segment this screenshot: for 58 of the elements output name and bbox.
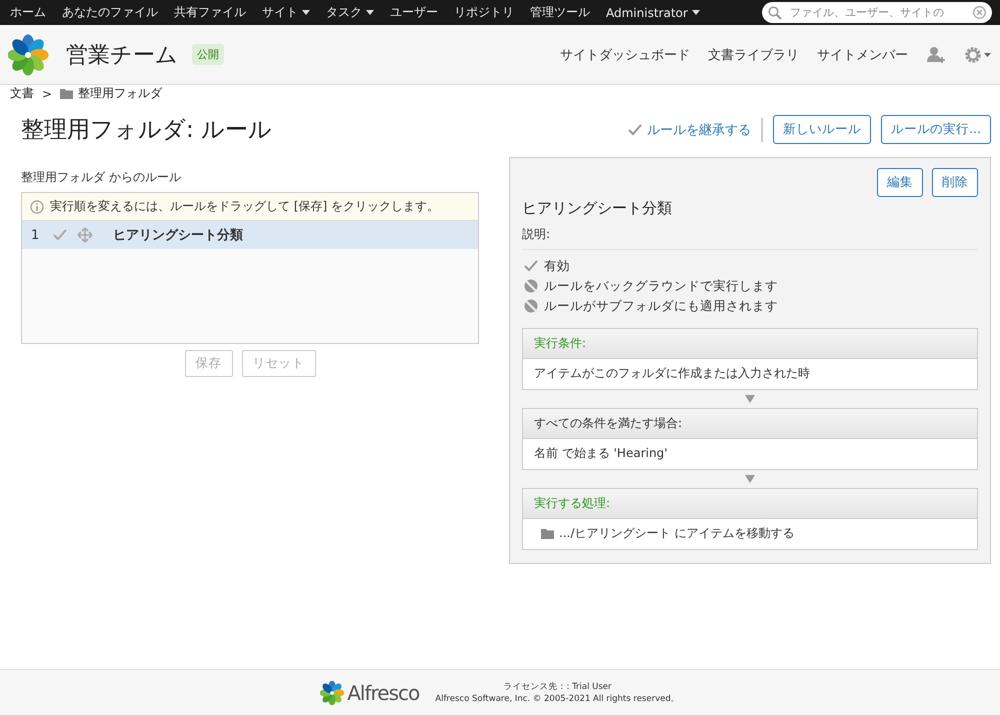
option-label: ルールをバックグラウンドで実行します	[544, 278, 778, 294]
section-text: アイテムがこのフォルダに作成または入力された時	[534, 365, 810, 382]
nav-menu-item[interactable]: 共有ファイル	[168, 4, 252, 21]
inherit-rules-link[interactable]: ルールを継承する	[628, 118, 764, 142]
option-label: 有効	[544, 258, 570, 274]
nav-menu-item[interactable]: タスク	[320, 4, 380, 21]
section-text: 名前 で始まる 'Hearing'	[534, 445, 668, 462]
settings-icon	[964, 46, 992, 64]
toolbar-button[interactable]: 新しいルール	[773, 115, 872, 144]
check-icon	[628, 124, 642, 136]
flower-logo-icon	[320, 680, 344, 704]
detail-button[interactable]: 削除	[932, 168, 978, 197]
breadcrumb-separator: >	[42, 86, 52, 100]
nav-menu-item[interactable]: ユーザー	[384, 4, 444, 21]
caret-icon	[692, 10, 700, 15]
site-nav-link[interactable]: サイトダッシュボード	[560, 46, 690, 64]
nav-menu-item[interactable]: リポジトリ	[448, 4, 520, 21]
site-title: 営業チーム	[66, 42, 178, 70]
caret-icon	[302, 10, 310, 15]
list-heading: 整理用フォルダ からのルール	[21, 169, 182, 186]
folder-icon	[541, 528, 554, 539]
add-user-icon	[926, 46, 946, 64]
section-heading: 実行条件:	[523, 329, 977, 359]
copyright-text: Alfresco Software, Inc. © 2005-2021 All rights reserved。	[435, 692, 680, 704]
description-label: 説明:	[522, 226, 978, 250]
logo-wordmark: Alfresco	[347, 680, 420, 704]
license-text: ライセンス先：: Trial User	[504, 680, 612, 692]
move-icon	[77, 227, 93, 243]
detail-button[interactable]: 編集	[877, 168, 923, 197]
option-label: ルールがサブフォルダにも適用されます	[544, 298, 778, 314]
clear-icon	[973, 6, 986, 19]
visibility-badge: 公開	[192, 44, 224, 65]
flower-logo-icon	[8, 34, 50, 76]
nav-menu-item[interactable]: Administrator	[600, 6, 706, 20]
nav-menu-item[interactable]: ホーム	[4, 4, 52, 21]
site-nav-link[interactable]: サイトメンバー	[817, 46, 908, 64]
page-title: 整理用フォルダ: ルール	[21, 116, 272, 145]
rule-row[interactable]: 1 ヒアリングシート分類	[22, 221, 478, 249]
search-icon	[768, 6, 782, 20]
caret-icon	[366, 10, 374, 15]
breadcrumb-link[interactable]: 整理用フォルダ	[60, 85, 162, 102]
section-heading: すべての条件を満たす場合:	[523, 409, 977, 439]
section-heading: 実行する処理:	[523, 489, 977, 519]
section-text: .../ヒアリングシート にアイテムを移動する	[559, 525, 794, 542]
nav-menu-item[interactable]: あなたのファイル	[56, 4, 164, 21]
nav-menu-item[interactable]: 管理ツール	[524, 4, 596, 21]
breadcrumb-link[interactable]: 文書	[10, 85, 34, 102]
rule-name: ヒアリングシート分類	[522, 199, 673, 218]
site-nav-link[interactable]: 文書ライブラリ	[708, 46, 799, 64]
down-arrow-icon	[745, 475, 755, 483]
info-text: 実行順を変えるには、ルールをドラッグして [保存] をクリックします。	[50, 198, 439, 215]
down-arrow-icon	[745, 395, 755, 403]
info-icon	[30, 200, 44, 214]
rule-index: 1	[31, 228, 40, 242]
nav-menu-item[interactable]: サイト	[256, 4, 316, 21]
toolbar-button[interactable]: ルールの実行...	[881, 115, 991, 144]
folder-icon	[60, 88, 74, 99]
search-field[interactable]: ファイル、ユーザー、サイトの	[762, 2, 992, 23]
